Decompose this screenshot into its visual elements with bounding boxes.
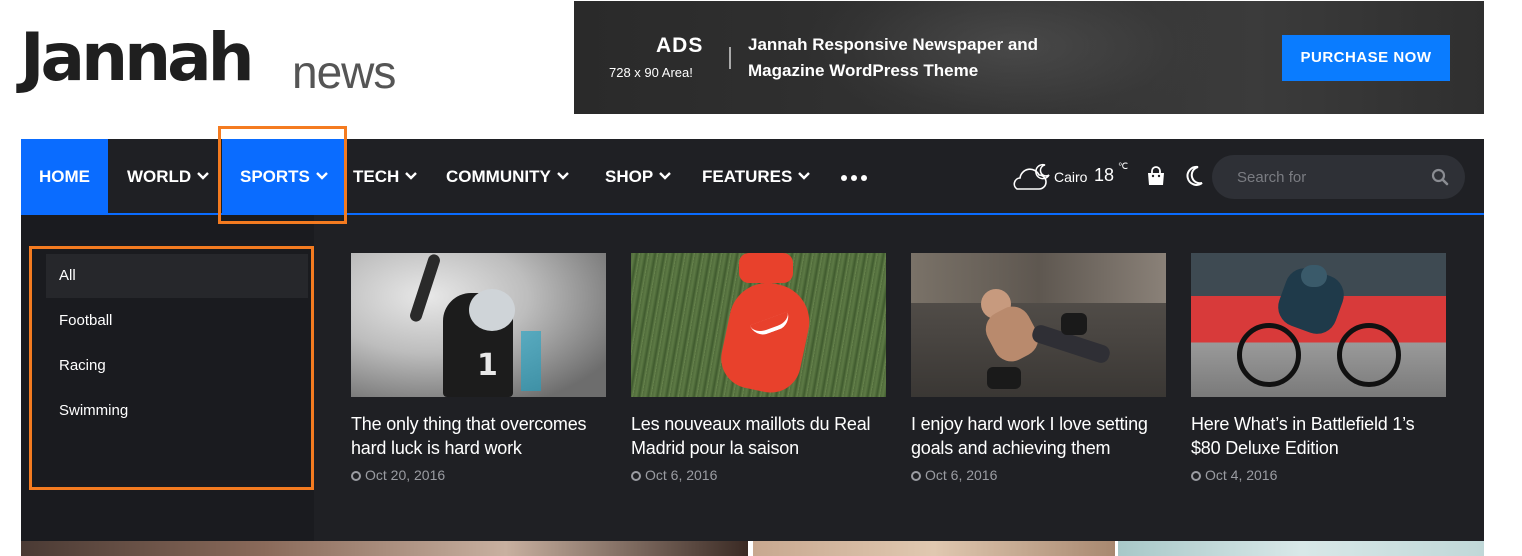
clock-icon [911, 471, 921, 481]
nav-item-label: HOME [39, 167, 90, 186]
nav-item-label: SHOP [605, 167, 654, 186]
highlight-box-sports [218, 126, 347, 224]
weather-city: Cairo [1054, 169, 1088, 185]
chevron-down-icon [197, 171, 210, 180]
post-thumbnail[interactable]: 1 [351, 253, 606, 397]
post-thumbnail[interactable] [631, 253, 886, 397]
nav-item-features[interactable]: FEATURES [702, 139, 811, 213]
chevron-down-icon [798, 171, 811, 180]
bottom-image-strip [753, 541, 1115, 556]
ad-title: ADS [656, 34, 704, 57]
post-title[interactable]: The only thing that overcomes hard luck … [351, 412, 606, 460]
site-logo[interactable]: Jannah news [20, 20, 410, 100]
post-card[interactable]: Here What’s in Battlefield 1’s $80 Delux… [1191, 253, 1446, 483]
post-date-text: Oct 4, 2016 [1205, 467, 1278, 483]
cloud-moon-icon [1013, 163, 1050, 190]
more-dots-icon[interactable] [841, 168, 871, 186]
logo-sub-text: news [292, 46, 396, 98]
post-date: Oct 6, 2016 [631, 467, 886, 483]
post-date-text: Oct 6, 2016 [645, 467, 718, 483]
nav-item-label: TECH [353, 167, 400, 186]
chevron-down-icon [659, 171, 672, 180]
post-thumbnail[interactable] [1191, 253, 1446, 397]
search-icon[interactable] [1431, 168, 1449, 186]
post-card[interactable]: Les nouveaux maillots du Real Madrid pou… [631, 253, 886, 483]
search-input[interactable] [1237, 155, 1417, 199]
post-date: Oct 20, 2016 [351, 467, 606, 483]
search-box [1212, 155, 1465, 199]
post-title[interactable]: Here What’s in Battlefield 1’s $80 Delux… [1191, 412, 1446, 460]
post-title[interactable]: Les nouveaux maillots du Real Madrid pou… [631, 412, 886, 460]
ad-divider [729, 47, 731, 69]
clock-icon [1191, 471, 1201, 481]
post-card[interactable]: 1 The only thing that overcomes hard luc… [351, 253, 606, 483]
highlight-box-submenu [29, 246, 314, 490]
bottom-image-strip [21, 541, 748, 556]
post-date: Oct 4, 2016 [1191, 467, 1446, 483]
post-card[interactable]: I enjoy hard work I love setting goals a… [911, 253, 1166, 483]
ad-size-label: 728 x 90 Area! [609, 65, 693, 80]
chevron-down-icon [556, 171, 569, 180]
moon-icon[interactable] [1184, 165, 1204, 187]
nav-item-world[interactable]: WORLD [127, 139, 210, 213]
weather-temp: 18 [1094, 165, 1115, 185]
weather-unit: ℃ [1118, 161, 1129, 171]
clock-icon [351, 471, 361, 481]
nav-item-label: COMMUNITY [446, 167, 551, 186]
post-thumbnail[interactable] [911, 253, 1166, 397]
logo-main-text: Jannah [20, 19, 255, 96]
shopping-bag-icon[interactable] [1145, 165, 1167, 187]
bottom-image-strip [1118, 541, 1484, 556]
ad-banner[interactable]: ADS 728 x 90 Area! Jannah Responsive New… [574, 1, 1484, 114]
chevron-down-icon [405, 171, 418, 180]
nav-item-label: WORLD [127, 167, 192, 186]
post-date: Oct 6, 2016 [911, 467, 1166, 483]
nav-item-tech[interactable]: TECH [353, 139, 418, 213]
nav-item-label: FEATURES [702, 167, 793, 186]
nav-item-community[interactable]: COMMUNITY [446, 139, 569, 213]
post-date-text: Oct 6, 2016 [925, 467, 998, 483]
nav-item-shop[interactable]: SHOP [605, 139, 672, 213]
ad-text: Jannah Responsive Newspaper and Magazine… [748, 35, 1039, 80]
nav-item-home[interactable]: HOME [21, 139, 108, 213]
post-title[interactable]: I enjoy hard work I love setting goals a… [911, 412, 1166, 460]
purchase-now-button[interactable]: PURCHASE NOW [1282, 35, 1450, 81]
clock-icon [631, 471, 641, 481]
post-date-text: Oct 20, 2016 [365, 467, 446, 483]
